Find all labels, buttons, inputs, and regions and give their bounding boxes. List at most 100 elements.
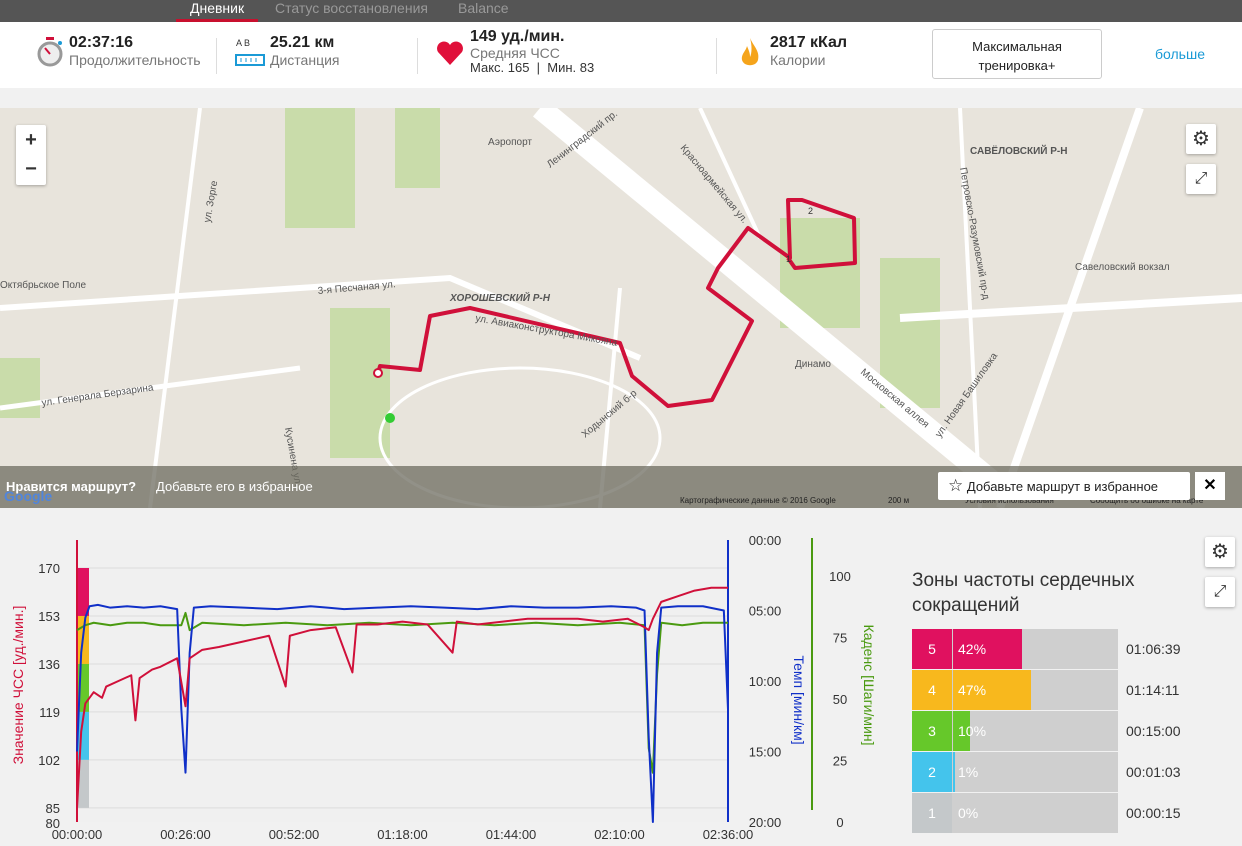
map-label: ул. Генерала Берзарина [41, 382, 155, 409]
zoom-control: + − [16, 125, 46, 185]
map-label: ул. Зорге [202, 179, 220, 223]
duration-label: Продолжительность [69, 52, 201, 68]
zone-percent: 10% [958, 723, 987, 739]
zone-number: 1 [912, 793, 952, 833]
zone-time: 00:01:03 [1126, 764, 1181, 780]
hr-tick-label: 119 [39, 705, 60, 720]
zoom-in-button[interactable]: + [16, 125, 46, 155]
zone-percent: 47% [958, 682, 987, 698]
zone-number: 2 [912, 752, 952, 792]
expand-icon: ⤢ [1194, 170, 1208, 187]
calories-value: 2817 кКал [770, 34, 848, 51]
calories-label: Калории [770, 52, 826, 68]
hr-zones-panel: Зоны частоты сердечных сокращений 5 42% … [912, 568, 1182, 833]
map-label: Красноармейская ул. [678, 143, 750, 226]
zone-number: 4 [912, 670, 952, 710]
tab-recovery-status[interactable]: Статус восстановления [275, 0, 428, 22]
zone-number: 5 [912, 629, 952, 669]
duration-value: 02:37:16 [69, 34, 134, 51]
x-tick-label: 00:00:00 [52, 827, 103, 841]
hr-avg-value: 149 уд./мин. [470, 28, 565, 45]
map-label: Аэропорт [488, 137, 532, 148]
gear-icon: ⚙ [1211, 541, 1229, 563]
distance-label: Дистанция [270, 52, 340, 68]
zoom-out-button[interactable]: − [16, 155, 46, 185]
x-tick-label: 00:52:00 [269, 827, 320, 841]
map-copyright: Картографические данные © 2016 Google [680, 496, 836, 505]
pace-tick-label: 05:00 [749, 604, 782, 619]
locate-button[interactable]: ⚙ [1186, 124, 1216, 154]
more-link[interactable]: больше [1155, 46, 1205, 62]
zone-percent: 0% [958, 805, 979, 821]
zone-time: 00:00:15 [1126, 805, 1181, 821]
x-tick-label: 00:26:00 [160, 827, 211, 841]
ruler-icon [235, 54, 265, 66]
zone-percent: 1% [958, 764, 979, 780]
map-scale: 200 м [888, 496, 910, 505]
plot-area [77, 540, 728, 822]
tab-diary[interactable]: Дневник [176, 0, 259, 22]
activity-chart: 170 153 136 119 102 85 80 00:00:00 00:26:00 00:52… [0, 520, 900, 842]
zone-time: 01:06:39 [1126, 641, 1181, 657]
distance-value: 25.21 км [270, 34, 335, 51]
map-label: САВЁЛОВСКИЙ Р-Н [970, 144, 1067, 157]
zone-number: 3 [912, 711, 952, 751]
close-icon: ✕ [1203, 477, 1217, 494]
hr-tick-label: 153 [38, 609, 60, 624]
hr-tick-label: 102 [38, 753, 60, 768]
banner-text: Добавьте его в избранное [156, 479, 313, 494]
chart-fullscreen-button[interactable]: ⤢ [1205, 577, 1235, 607]
route-map[interactable]: ХОРОШЕВСКИЙ Р-Н САВЁЛОВСКИЙ Р-Н Аэропорт… [0, 108, 1242, 508]
hr-avg-label: Средняя ЧСС [470, 45, 560, 61]
route-finish-marker [385, 413, 395, 423]
hr-zone-row: 3 10% 00:15:00 [912, 711, 1181, 751]
cadence-tick-label: 50 [833, 692, 847, 707]
map-label: Октябрьское Поле [0, 279, 87, 291]
x-tick-label: 01:44:00 [486, 827, 537, 841]
hr-minmax: Макс. 165 | Мин. 83 [470, 60, 595, 75]
heart-icon [437, 41, 463, 65]
zone-bar [953, 752, 955, 792]
cadence-tick-label: 100 [829, 569, 851, 584]
hr-zone-row: 2 1% 00:01:03 [912, 752, 1181, 792]
training-effect-button[interactable]: Максимальная тренировка+ [932, 29, 1102, 79]
google-logo: Google [4, 488, 53, 504]
zone-percent: 42% [958, 641, 987, 657]
hr-tick-label: 85 [46, 801, 60, 816]
add-favorite-button[interactable]: ☆ Добавьте маршрут в избранное [938, 472, 1190, 500]
hr-zone-row: 5 42% 01:06:39 [912, 629, 1181, 669]
close-banner-button[interactable]: ✕ [1195, 472, 1225, 500]
summary-stats: 02:37:16 Продолжительность A B 25.21 км Ди… [0, 22, 1242, 88]
zone-time: 00:15:00 [1126, 723, 1181, 739]
route-marker: 1 [786, 254, 791, 264]
hr-tick-label: 136 [38, 657, 60, 672]
x-tick-label: 01:18:00 [377, 827, 428, 841]
tab-balance[interactable]: Balance [458, 0, 509, 22]
stopwatch-icon [37, 37, 63, 67]
map-label: Петровско-Разумовский пр-д [957, 167, 991, 301]
gear-icon: ⚙ [1192, 128, 1210, 150]
pace-tick-label: 10:00 [749, 674, 782, 689]
hr-tick-label: 170 [38, 561, 60, 576]
route-marker: 2 [808, 206, 813, 216]
fullscreen-button[interactable]: ⤢ [1186, 164, 1216, 194]
cadence-tick-label: 75 [833, 631, 847, 646]
hr-zone-band [77, 568, 89, 616]
chart-settings-button[interactable]: ⚙ [1205, 537, 1235, 567]
map-label: Савеловский вокзал [1075, 262, 1170, 273]
flame-icon [741, 38, 759, 66]
top-nav: Дневник Статус восстановления Balance [0, 0, 1242, 22]
x-tick-label: 02:36:00 [703, 827, 754, 841]
map-label: Динамо [795, 359, 831, 370]
add-favorite-label: Добавьте маршрут в избранное [966, 479, 1159, 494]
hr-zone-row: 1 0% 00:00:15 [912, 793, 1181, 833]
pace-tick-label: 15:00 [749, 745, 782, 760]
hr-zone-row: 4 47% 01:14:11 [912, 670, 1179, 710]
activity-chart-svg: 170153136119102858000:00:00 00:26:00 00:52… [10, 533, 877, 842]
map-canvas: ХОРОШЕВСКИЙ Р-Н САВЁЛОВСКИЙ Р-Н Аэропорт… [0, 108, 1242, 508]
cadence-tick-label: 0 [836, 815, 843, 830]
distance-ab: A B [236, 38, 251, 48]
x-tick-label: 02:10:00 [594, 827, 645, 841]
map-label: ХОРОШЕВСКИЙ Р-Н [449, 291, 551, 304]
expand-icon: ⤢ [1213, 583, 1227, 600]
